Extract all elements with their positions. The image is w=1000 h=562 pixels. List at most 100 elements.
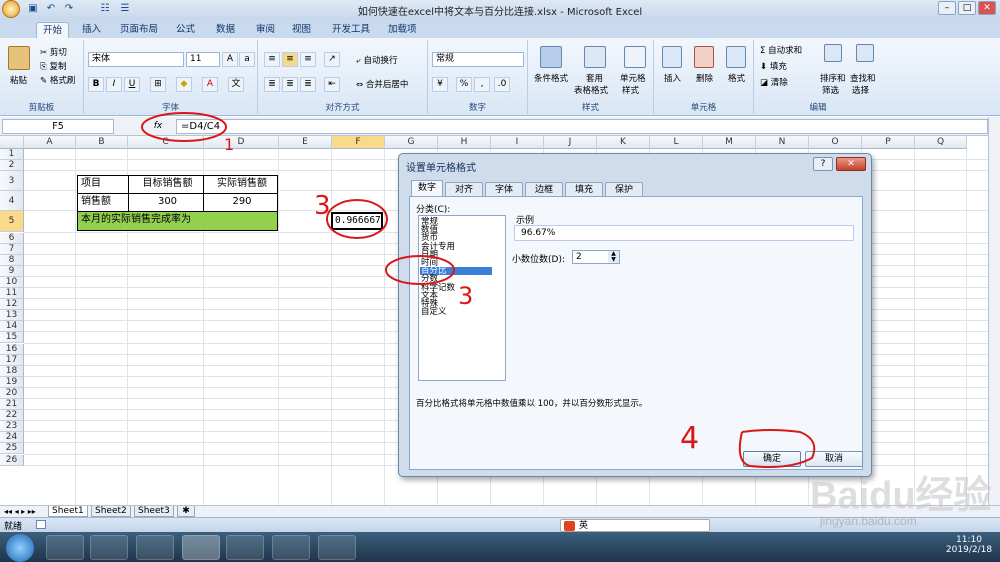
column-header-o[interactable]: O <box>809 136 862 149</box>
row-header-13[interactable]: 13 <box>0 310 24 322</box>
tab-formulas[interactable]: 公式 <box>170 22 201 38</box>
dialog-close-button[interactable]: ✕ <box>836 157 866 171</box>
tab-insert[interactable]: 插入 <box>76 22 107 38</box>
ok-button[interactable]: 确定 <box>743 451 801 467</box>
cell-c4[interactable]: 300 <box>128 193 204 212</box>
cell-b4[interactable]: 销售额 <box>77 193 129 212</box>
column-header-m[interactable]: M <box>703 136 756 149</box>
sheet-tab-3[interactable]: Sheet3 <box>134 506 174 517</box>
sort-filter-icon[interactable] <box>824 44 842 62</box>
italic-button[interactable]: I <box>106 77 122 92</box>
sheet-tab-2[interactable]: Sheet2 <box>91 506 131 517</box>
row-header-3[interactable]: 3 <box>0 171 24 192</box>
spinner-icon[interactable]: ▲ ▼ <box>608 251 619 263</box>
paste-button[interactable]: 粘贴 <box>10 74 27 86</box>
row-header-4[interactable]: 4 <box>0 191 24 212</box>
cell-c3[interactable]: 目标销售额 <box>128 175 204 194</box>
comma-icon[interactable]: , <box>474 77 490 92</box>
explorer-icon[interactable] <box>46 535 84 560</box>
column-header-b[interactable]: B <box>76 136 128 149</box>
autosum-button[interactable]: Σ 自动求和 <box>760 44 802 56</box>
maximize-button[interactable]: □ <box>958 1 976 15</box>
sheet-nav-icon[interactable]: ◂◂ ◂ ▸ ▸▸ <box>4 506 36 517</box>
tab-review[interactable]: 审阅 <box>250 22 281 38</box>
folder-icon[interactable] <box>136 535 174 560</box>
excel-icon[interactable] <box>182 535 220 560</box>
row-header-16[interactable]: 16 <box>0 343 24 355</box>
currency-icon[interactable]: ¥ <box>432 77 448 92</box>
category-list[interactable]: 常规 数值 货币 会计专用 日期 时间 百分比 分数 科学记数 文本 特殊 自定义 <box>418 215 506 381</box>
column-header-j[interactable]: J <box>544 136 597 149</box>
phonetic-icon[interactable]: 文 <box>228 77 244 92</box>
insert-sheet-icon[interactable]: ✱ <box>177 506 195 517</box>
font-name-select[interactable]: 宋体 <box>88 52 184 67</box>
conditional-format-icon[interactable] <box>540 46 562 68</box>
column-header-a[interactable]: A <box>24 136 76 149</box>
align-bottom-icon[interactable]: ≡ <box>300 52 316 67</box>
tab-protection[interactable]: 保护 <box>605 182 643 197</box>
column-header-c[interactable]: C <box>128 136 204 149</box>
tab-alignment[interactable]: 对齐 <box>445 182 483 197</box>
column-header-k[interactable]: K <box>597 136 650 149</box>
font-size-select[interactable]: 11 <box>186 52 220 67</box>
sort-filter-button[interactable]: 排序和 <box>820 72 846 84</box>
clock[interactable]: 11:10 2019/2/18 <box>944 535 994 555</box>
help-button[interactable]: ? <box>813 157 833 171</box>
insert-cells-button[interactable]: 插入 <box>664 72 681 84</box>
macro-record-icon[interactable] <box>36 520 46 529</box>
row-header-15[interactable]: 15 <box>0 332 24 344</box>
column-header-p[interactable]: P <box>862 136 915 149</box>
row-header-7[interactable]: 7 <box>0 243 24 255</box>
row-header-23[interactable]: 23 <box>0 421 24 433</box>
font-color-icon[interactable]: A <box>202 77 218 92</box>
indent-icon[interactable]: ⇤ <box>324 77 340 92</box>
column-header-f[interactable]: F <box>332 136 385 149</box>
cell-style-icon[interactable] <box>624 46 646 68</box>
row-header-17[interactable]: 17 <box>0 354 24 366</box>
cell-d4[interactable]: 290 <box>203 193 278 212</box>
category-item[interactable]: 自定义 <box>420 308 492 317</box>
app-icon[interactable] <box>226 535 264 560</box>
fx-icon[interactable]: fx <box>143 119 173 134</box>
align-middle-icon[interactable]: ≡ <box>282 52 298 67</box>
wechat-icon[interactable] <box>90 535 128 560</box>
paint-icon[interactable] <box>318 535 356 560</box>
underline-button[interactable]: U <box>124 77 140 92</box>
clear-button[interactable]: ◪ 清除 <box>760 76 788 88</box>
tab-fill[interactable]: 填充 <box>565 182 603 197</box>
row-header-1[interactable]: 1 <box>0 149 24 161</box>
conditional-format-button[interactable]: 条件格式 <box>534 72 568 84</box>
row-header-26[interactable]: 26 <box>0 454 24 466</box>
row-header-21[interactable]: 21 <box>0 399 24 411</box>
row-header-8[interactable]: 8 <box>0 254 24 266</box>
row-header-18[interactable]: 18 <box>0 365 24 377</box>
insert-cells-icon[interactable] <box>662 46 682 68</box>
column-header-l[interactable]: L <box>650 136 703 149</box>
tab-font[interactable]: 字体 <box>485 182 523 197</box>
align-top-icon[interactable]: ≡ <box>264 52 280 67</box>
close-button[interactable]: ✕ <box>978 1 996 15</box>
row-header-2[interactable]: 2 <box>0 160 24 172</box>
format-painter-button[interactable]: ✎ 格式刷 <box>40 74 75 86</box>
column-header-e[interactable]: E <box>279 136 332 149</box>
row-header-14[interactable]: 14 <box>0 321 24 333</box>
row-header-5[interactable]: 5 <box>0 211 24 233</box>
vertical-scrollbar[interactable] <box>988 117 1000 508</box>
row-header-6[interactable]: 6 <box>0 232 24 244</box>
row-header-19[interactable]: 19 <box>0 376 24 388</box>
row-header-9[interactable]: 9 <box>0 265 24 277</box>
row-header-12[interactable]: 12 <box>0 299 24 311</box>
column-header-n[interactable]: N <box>756 136 809 149</box>
find-select-button[interactable]: 查找和 <box>850 72 876 84</box>
start-button[interactable] <box>6 534 34 562</box>
cell-b3[interactable]: 项目 <box>77 175 129 194</box>
tab-page-layout[interactable]: 页面布局 <box>114 22 164 38</box>
column-header-g[interactable]: G <box>385 136 438 149</box>
tab-home[interactable]: 开始 <box>36 22 70 38</box>
fill-button[interactable]: ⬇ 填充 <box>760 60 787 72</box>
select-all[interactable] <box>0 136 24 149</box>
row-header-10[interactable]: 10 <box>0 276 24 288</box>
minimize-button[interactable]: – <box>938 1 956 15</box>
row-header-20[interactable]: 20 <box>0 387 24 399</box>
tab-border[interactable]: 边框 <box>525 182 563 197</box>
